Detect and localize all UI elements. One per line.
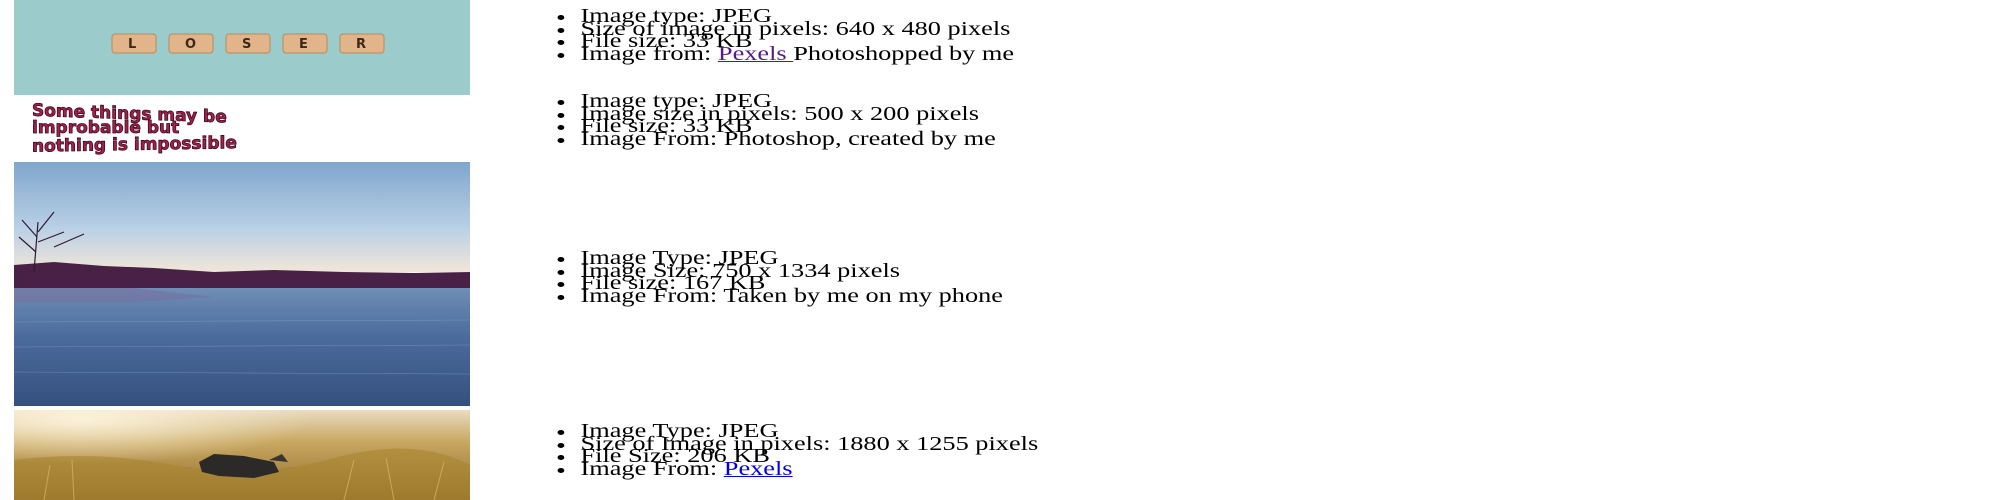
tile-letter: E	[299, 37, 308, 52]
info-label: Image From:	[580, 458, 724, 480]
pexels-link[interactable]: Pexels	[724, 459, 793, 480]
image-info-list-3: Image Type: JPEG Image Size: 750 x 1334 …	[540, 249, 1003, 306]
lake-photo-image	[14, 162, 470, 406]
info-tail: Photoshopped by me	[793, 43, 1015, 65]
pexels-link[interactable]: Pexels	[718, 44, 793, 65]
info-item: Image From: Taken by me on my phone	[581, 287, 1003, 306]
dog-field-photo-image	[14, 410, 470, 500]
quote-line: nothing is impossible	[32, 133, 237, 157]
tile-letter: R	[356, 37, 366, 52]
tile-letter: L	[128, 37, 136, 52]
info-item: Image From: Pexels	[581, 459, 1039, 479]
warped-quote-image: Some things may be improbable but nothin…	[14, 98, 470, 158]
image-info-list-4: Image Type: JPEG Size of Image in pixels…	[540, 422, 1039, 479]
info-item: Image from: Pexels Photoshopped by me	[581, 44, 1015, 64]
tile-letter: O	[185, 37, 196, 52]
image-info-list-1: Image type: JPEG Size of image in pixels…	[540, 7, 1015, 64]
info-item: Image From: Photoshop, created by me	[581, 130, 996, 149]
info-label: Image from:	[580, 43, 718, 65]
loser-scrabble-image: L O S E R	[14, 0, 470, 95]
image-info-list-2: Image type: JPEG Image size in pixels: 5…	[540, 92, 996, 149]
tile-letter: S	[242, 37, 251, 52]
